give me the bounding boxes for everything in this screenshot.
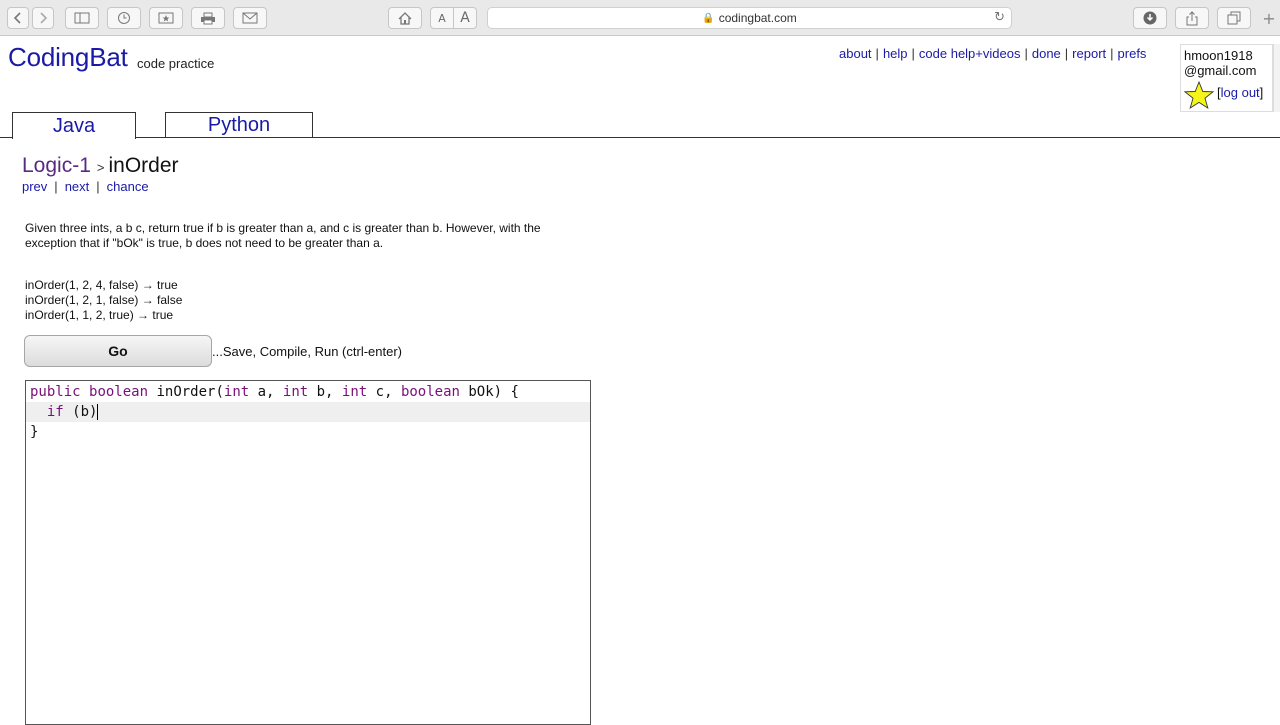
logout-link[interactable]: log out xyxy=(1221,85,1260,100)
sidebar-button[interactable] xyxy=(65,7,99,29)
problem-title: inOrder xyxy=(108,154,179,177)
print-icon xyxy=(201,12,215,24)
prev-link[interactable]: prev xyxy=(22,179,47,194)
address-bar[interactable]: 🔒 codingbat.com ↻ xyxy=(487,7,1012,29)
next-link[interactable]: next xyxy=(65,179,90,194)
code-keyword: boolean xyxy=(89,384,149,400)
downloads-button[interactable] xyxy=(1133,7,1167,29)
example-line: inOrder(1, 2, 4, false) → true xyxy=(25,278,178,292)
nav-separator: | xyxy=(1024,46,1028,61)
chance-link[interactable]: chance xyxy=(107,179,149,194)
home-icon xyxy=(398,11,412,25)
tab-java[interactable]: Java xyxy=(12,112,136,139)
code-keyword: int xyxy=(282,384,309,400)
sidebar-icon xyxy=(74,12,90,24)
problem-description: Given three ints, a b c, return true if … xyxy=(25,221,541,250)
nav-code-help-videos[interactable]: code help+videos xyxy=(919,46,1021,61)
download-icon xyxy=(1143,11,1157,25)
breadcrumb: Logic-1 > inOrder xyxy=(22,154,179,178)
nav-separator: | xyxy=(911,46,915,61)
side-strip xyxy=(1273,44,1280,112)
mail-button[interactable] xyxy=(233,7,267,29)
user-box: hmoon1918 @gmail.com [log out] xyxy=(1180,44,1273,112)
forward-icon xyxy=(40,12,48,24)
problem-nav: prev | next | chance xyxy=(22,179,149,194)
back-button[interactable] xyxy=(7,7,29,29)
subnav-separator: | xyxy=(54,179,58,194)
user-email-line2: @gmail.com xyxy=(1184,63,1257,78)
nav-separator: | xyxy=(875,46,879,61)
forward-button[interactable] xyxy=(32,7,54,29)
code-keyword: public xyxy=(30,384,81,400)
address-text: codingbat.com xyxy=(718,11,797,25)
tab-python[interactable]: Python xyxy=(165,112,313,138)
browser-toolbar: A A 🔒 codingbat.com ↻ + xyxy=(0,0,1280,36)
nav-done[interactable]: done xyxy=(1032,46,1061,61)
back-icon xyxy=(13,12,21,24)
history-button[interactable] xyxy=(107,7,141,29)
example-line: inOrder(1, 1, 2, true) → true xyxy=(25,308,174,322)
nav-prefs[interactable]: prefs xyxy=(1118,46,1147,61)
code-keyword: int xyxy=(341,384,368,400)
text-larger-label: A xyxy=(460,10,470,26)
code-keyword: if xyxy=(46,404,64,420)
home-button[interactable] xyxy=(388,7,422,29)
nav-about[interactable]: about xyxy=(839,46,872,61)
top-nav: about | help | code help+videos | done | report |… xyxy=(839,46,1146,61)
site-tagline: code practice xyxy=(137,56,215,71)
nav-separator: | xyxy=(1064,46,1069,61)
plus-icon: + xyxy=(1262,8,1276,28)
code-line-1: public boolean inOrder(int a, int b, int… xyxy=(30,384,519,400)
print-button[interactable] xyxy=(191,7,225,29)
breadcrumb-section[interactable]: Logic-1 xyxy=(22,154,91,177)
star-icon xyxy=(1184,81,1214,109)
text-smaller-button[interactable]: A xyxy=(430,7,454,29)
text-smaller-label: A xyxy=(438,11,446,25)
tabs-button[interactable] xyxy=(1217,7,1251,29)
bookmarks-button[interactable] xyxy=(149,7,183,29)
reload-icon[interactable]: ↻ xyxy=(994,10,1005,25)
site-logo[interactable]: CodingBat xyxy=(8,42,128,73)
lock-icon: 🔒 xyxy=(702,12,715,24)
breadcrumb-arrow: > xyxy=(96,160,105,175)
user-email-line1: hmoon1918 xyxy=(1184,48,1253,63)
share-icon xyxy=(1186,10,1198,25)
mail-icon xyxy=(242,12,258,24)
code-keyword: boolean xyxy=(400,384,460,400)
logout-wrapper: [log out] xyxy=(1217,85,1264,100)
examples-list: inOrder(1, 2, 4, false) → true inOrder(1… xyxy=(25,278,182,323)
nav-help[interactable]: help xyxy=(883,46,908,61)
example-line: inOrder(1, 2, 1, false) → false xyxy=(25,293,183,307)
history-icon xyxy=(118,12,130,24)
text-caret xyxy=(97,404,99,420)
nav-separator: | xyxy=(1110,46,1114,61)
share-button[interactable] xyxy=(1175,7,1209,29)
go-button[interactable]: Go xyxy=(24,335,212,367)
nav-report[interactable]: report xyxy=(1072,46,1106,61)
go-hint: ...Save, Compile, Run (ctrl-enter) xyxy=(212,344,403,359)
subnav-separator: | xyxy=(96,179,100,194)
code-keyword: int xyxy=(223,384,250,400)
new-tab-button[interactable]: + xyxy=(1258,7,1280,29)
tabs-icon xyxy=(1227,11,1241,25)
text-larger-button[interactable]: A xyxy=(453,7,477,29)
code-editor[interactable]: public boolean inOrder(int a, int b, int… xyxy=(25,380,591,725)
code-line-3: } xyxy=(30,424,39,440)
bookmarks-icon xyxy=(158,12,174,24)
code-line-2: if (b) xyxy=(26,402,590,422)
